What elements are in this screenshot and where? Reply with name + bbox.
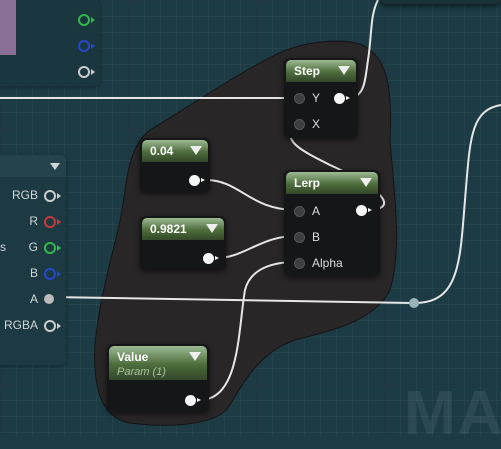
- reroute-knot-icon: [409, 298, 419, 308]
- output-pin-rgba-icon[interactable]: [44, 320, 61, 332]
- step-node-title: Step: [294, 64, 321, 78]
- output-label-rgb: RGB: [11, 188, 38, 202]
- step-node[interactable]: Step Y X: [284, 58, 358, 138]
- preview-swatch: [0, 0, 16, 55]
- constant-node-a[interactable]: 0.04: [140, 138, 210, 192]
- output-pin-blue-icon[interactable]: [78, 40, 95, 52]
- output-pin-b-icon[interactable]: [44, 268, 61, 280]
- output-label-a: A: [29, 292, 38, 306]
- collapse-triangle-icon[interactable]: [189, 352, 201, 361]
- constant-a-value[interactable]: 0.04: [150, 144, 173, 158]
- lerp-pin-alpha-label: Alpha: [312, 256, 343, 270]
- output-label-r: R: [29, 214, 38, 228]
- scalar-param-node[interactable]: Value Param (1): [107, 344, 209, 412]
- output-pin-icon[interactable]: [189, 175, 205, 186]
- lerp-pin-a-label: A: [312, 204, 321, 218]
- texture-sample-node[interactable]: RGB R G B A RGBA: [0, 155, 66, 365]
- lerp-node-title: Lerp: [294, 176, 321, 190]
- output-pin-icon[interactable]: [356, 205, 372, 216]
- output-pin-green-icon[interactable]: [78, 14, 95, 26]
- input-pin-x-icon[interactable]: [294, 119, 305, 130]
- output-label-b: B: [29, 266, 38, 280]
- param-node-subtitle: Param (1): [117, 366, 166, 378]
- input-pin-a-icon[interactable]: [294, 206, 305, 217]
- output-label-rgba: RGBA: [3, 318, 38, 332]
- output-pin-white-icon[interactable]: [78, 66, 95, 78]
- output-pin-icon[interactable]: [185, 395, 201, 406]
- output-label-g: G: [28, 240, 38, 254]
- input-pin-b-icon[interactable]: [294, 232, 305, 243]
- output-pin-icon[interactable]: [334, 93, 350, 104]
- constant-b-header: 0.9821: [142, 218, 224, 240]
- output-pin-rgb-icon[interactable]: [44, 190, 61, 202]
- texture-node-header: [0, 155, 66, 177]
- output-pin-r-icon[interactable]: [44, 216, 61, 228]
- step-node-header: Step: [286, 60, 356, 82]
- input-pin-y-icon[interactable]: [294, 93, 305, 104]
- texture-preview-panel[interactable]: [0, 0, 100, 86]
- offscreen-node-fragment[interactable]: [380, 0, 501, 4]
- lerp-node[interactable]: Lerp A B Alpha: [284, 170, 380, 276]
- collapse-triangle-icon[interactable]: [206, 224, 218, 233]
- collapse-triangle-icon[interactable]: [190, 146, 202, 155]
- constant-b-value[interactable]: 0.9821: [150, 222, 187, 236]
- collapse-triangle-icon[interactable]: [50, 163, 60, 170]
- constant-a-header: 0.04: [142, 140, 208, 162]
- lerp-pin-b-label: B: [312, 230, 321, 244]
- input-pin-alpha-icon[interactable]: [294, 258, 305, 269]
- output-pin-icon[interactable]: [203, 253, 219, 264]
- cut-off-label: s: [0, 240, 6, 254]
- param-node-header: Value Param (1): [109, 346, 207, 380]
- output-pin-a-icon[interactable]: [44, 294, 54, 304]
- constant-node-b[interactable]: 0.9821: [140, 216, 226, 270]
- lerp-node-header: Lerp: [286, 172, 378, 194]
- wire-reroute-to-right: [414, 104, 501, 304]
- collapse-triangle-icon[interactable]: [360, 178, 372, 187]
- step-pin-y-label: Y: [312, 91, 321, 105]
- step-pin-x-label: X: [312, 117, 321, 131]
- collapse-triangle-icon[interactable]: [338, 66, 350, 75]
- output-pin-g-icon[interactable]: [44, 242, 61, 254]
